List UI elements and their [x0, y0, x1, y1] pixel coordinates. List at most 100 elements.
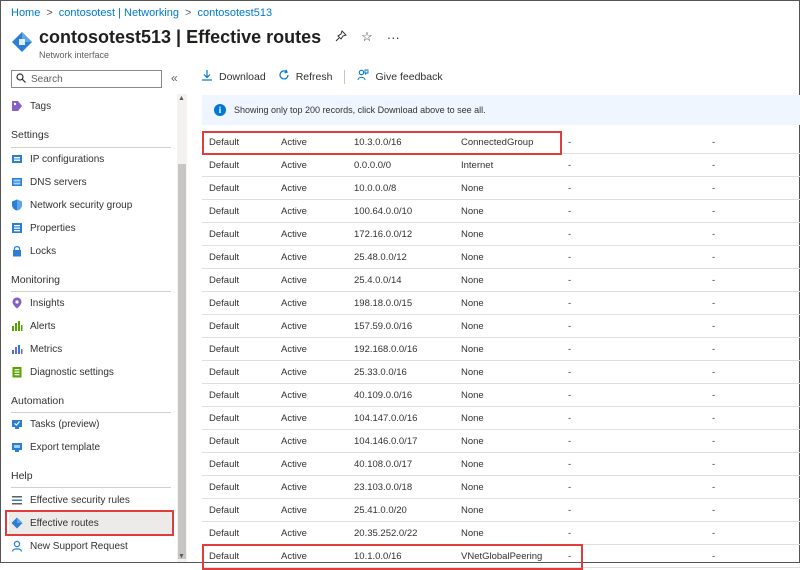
lock-icon: [11, 245, 23, 257]
sidebar-item-properties[interactable]: Properties: [9, 217, 173, 239]
sidebar-item-effective-security-rules[interactable]: Effective security rules: [9, 489, 173, 511]
route-next-hop-type: None: [461, 344, 484, 355]
route-state: Active: [281, 229, 307, 240]
route-next-hop-ip: -: [568, 275, 572, 286]
sidebar-item-diagnostic-settings[interactable]: Diagnostic settings: [9, 361, 173, 383]
table-row: Default Active 192.168.0.0/16 None - -: [202, 338, 800, 361]
route-next-hop-ip: -: [568, 206, 572, 217]
route-next-hop-ip: -: [568, 528, 572, 539]
route-next-hop-type: None: [461, 390, 484, 401]
scrollbar-thumb[interactable]: [178, 164, 186, 559]
sidebar-item-new-support-request[interactable]: New Support Request: [9, 535, 173, 557]
route-next-hop-type: None: [461, 459, 484, 470]
highlight-vnet-global-peering-route: [202, 544, 583, 570]
route-user-defined: -: [712, 229, 716, 240]
sidebar-item-insights[interactable]: Insights: [9, 292, 173, 314]
search-placeholder: Search: [31, 73, 63, 85]
route-next-hop-ip: -: [568, 482, 572, 493]
route-address-prefix: 20.35.252.0/22: [354, 528, 418, 539]
route-next-hop-ip: -: [568, 344, 572, 355]
route-user-defined: -: [712, 321, 716, 332]
metrics-icon: [11, 343, 23, 355]
give-feedback-button[interactable]: Give feedback: [357, 69, 443, 84]
export-template-icon: [11, 441, 23, 453]
refresh-icon: [278, 69, 290, 84]
route-next-hop-type: None: [461, 367, 484, 378]
route-state: Active: [281, 252, 307, 263]
table-row: Default Active 40.109.0.0/16 None - -: [202, 384, 800, 407]
route-next-hop-ip: -: [568, 183, 572, 194]
route-user-defined: -: [712, 160, 716, 171]
sidebar-item-label: Metrics: [30, 343, 63, 355]
feedback-icon: [357, 69, 369, 84]
table-row: Default Active 0.0.0.0/0 Internet - -: [202, 154, 800, 177]
breadcrumb: Home > contosotest | Networking > contos…: [11, 7, 272, 19]
route-state: Active: [281, 505, 307, 516]
command-bar: Download Refresh Give feedback: [201, 69, 455, 84]
sidebar-scrollbar[interactable]: ▲ ▼: [177, 94, 187, 562]
sidebar-item-label: Insights: [30, 297, 65, 309]
table-row: Default Active 172.16.0.0/12 None - -: [202, 223, 800, 246]
route-source: Default: [209, 275, 240, 286]
sidebar-item-tasks[interactable]: Tasks (preview): [9, 413, 173, 435]
table-row: Default Active 23.103.0.0/18 None - -: [202, 476, 800, 499]
route-address-prefix: 25.48.0.0/12: [354, 252, 407, 263]
route-next-hop-type: None: [461, 505, 484, 516]
route-user-defined: -: [712, 298, 716, 309]
route-address-prefix: 172.16.0.0/12: [354, 229, 413, 240]
route-source: Default: [209, 459, 240, 470]
download-button[interactable]: Download: [201, 69, 266, 84]
sidebar-item-tags[interactable]: Tags: [9, 95, 173, 117]
route-address-prefix: 157.59.0.0/16: [354, 321, 413, 332]
star-icon[interactable]: ☆: [361, 29, 373, 45]
pin-icon[interactable]: [335, 29, 348, 45]
route-address-prefix: 25.33.0.0/16: [354, 367, 407, 378]
sidebar: Search « Tags Settings IP configurations…: [1, 67, 187, 562]
route-user-defined: -: [712, 505, 716, 516]
dns-servers-icon: [11, 176, 23, 188]
route-user-defined: -: [712, 344, 716, 355]
breadcrumb-networking[interactable]: contosotest | Networking: [59, 7, 179, 19]
ip-configurations-icon: [11, 153, 23, 165]
route-next-hop-type: None: [461, 321, 484, 332]
search-icon: [16, 72, 26, 86]
route-source: Default: [209, 252, 240, 263]
route-user-defined: -: [712, 183, 716, 194]
route-next-hop-ip: -: [568, 229, 572, 240]
sidebar-item-alerts[interactable]: Alerts: [9, 315, 173, 337]
give-feedback-label: Give feedback: [375, 70, 443, 83]
chevron-right-icon: >: [185, 7, 192, 19]
table-row: Default Active 25.33.0.0/16 None - -: [202, 361, 800, 384]
route-source: Default: [209, 344, 240, 355]
table-row: Default Active 104.147.0.0/16 None - -: [202, 407, 800, 430]
table-row: Default Active 25.48.0.0/12 None - -: [202, 246, 800, 269]
route-user-defined: -: [712, 206, 716, 217]
scroll-up-icon[interactable]: ▲: [178, 95, 185, 102]
sidebar-item-label: IP configurations: [30, 153, 105, 165]
sidebar-item-ip-configurations[interactable]: IP configurations: [9, 148, 173, 170]
breadcrumb-nic[interactable]: contosotest513: [197, 7, 272, 19]
route-next-hop-type: None: [461, 252, 484, 263]
route-state: Active: [281, 275, 307, 286]
collapse-sidebar-icon[interactable]: «: [171, 71, 178, 85]
route-state: Active: [281, 298, 307, 309]
breadcrumb-home[interactable]: Home: [11, 7, 40, 19]
route-source: Default: [209, 229, 240, 240]
sidebar-item-metrics[interactable]: Metrics: [9, 338, 173, 360]
route-state: Active: [281, 206, 307, 217]
more-icon[interactable]: ···: [387, 30, 400, 45]
section-automation: Automation: [11, 395, 65, 407]
search-input[interactable]: Search: [11, 70, 162, 88]
route-source: Default: [209, 298, 240, 309]
route-next-hop-type: None: [461, 275, 484, 286]
route-user-defined: -: [712, 459, 716, 470]
sidebar-item-locks[interactable]: Locks: [9, 240, 173, 262]
scroll-down-icon[interactable]: ▼: [178, 553, 185, 560]
route-next-hop-ip: -: [568, 321, 572, 332]
route-user-defined: -: [712, 482, 716, 493]
refresh-button[interactable]: Refresh: [278, 69, 332, 84]
sidebar-item-dns-servers[interactable]: DNS servers: [9, 171, 173, 193]
sidebar-item-export-template[interactable]: Export template: [9, 436, 173, 458]
route-next-hop-ip: -: [568, 137, 572, 148]
sidebar-item-network-security-group[interactable]: Network security group: [9, 194, 173, 216]
